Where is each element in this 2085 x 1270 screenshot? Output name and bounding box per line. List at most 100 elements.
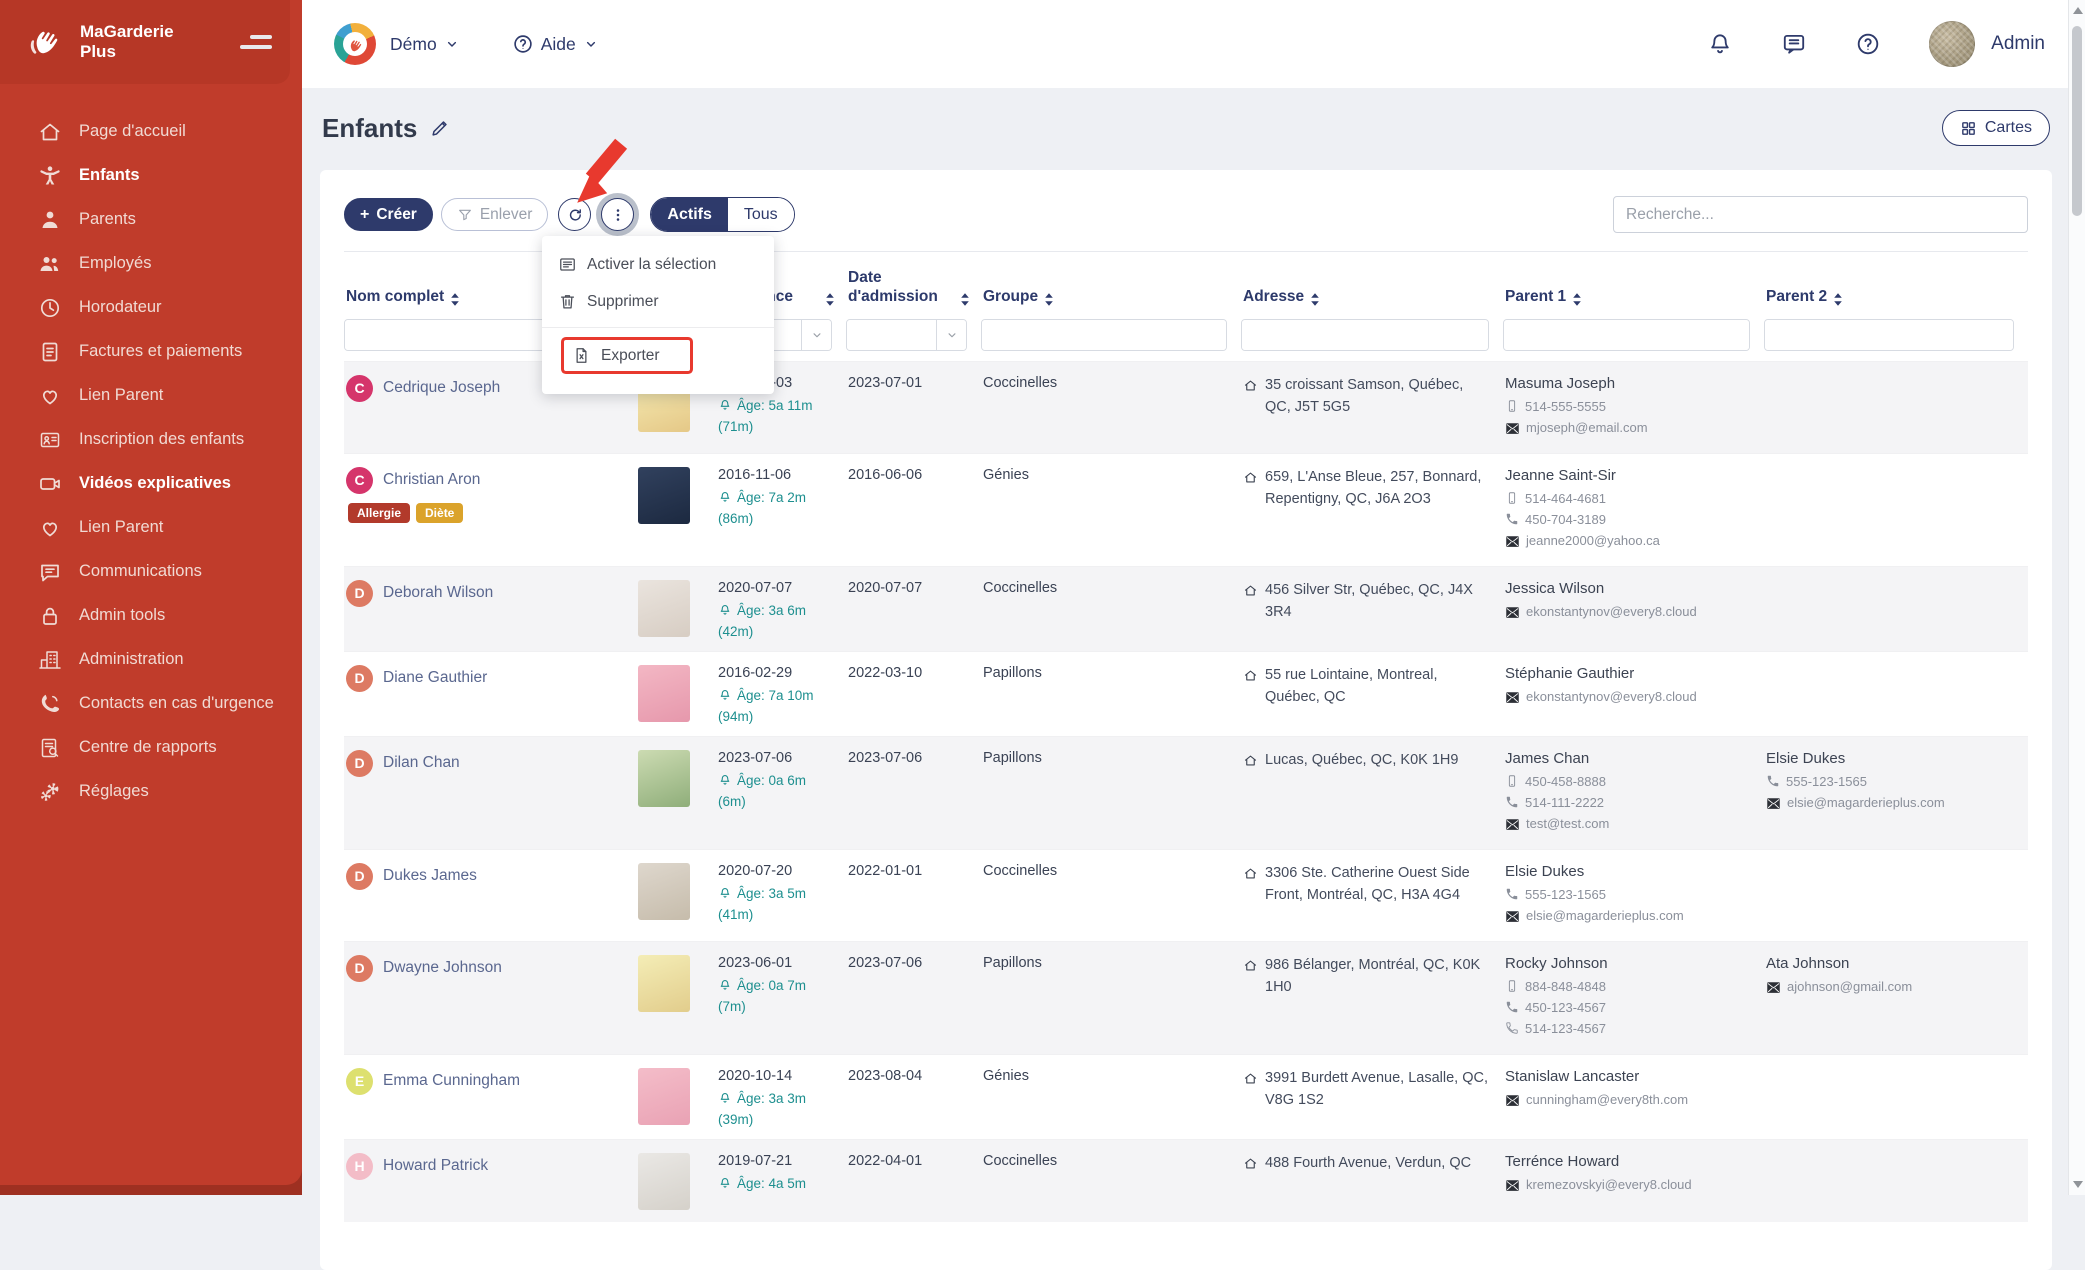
scrollbar-thumb[interactable]: [2072, 26, 2082, 216]
sidebar-item-lock[interactable]: Admin tools: [0, 594, 302, 638]
refresh-button[interactable]: [558, 198, 591, 231]
help-menu[interactable]: Aide: [512, 33, 599, 55]
org-selector[interactable]: Démo: [390, 34, 460, 55]
filter-tous[interactable]: Tous: [728, 198, 794, 231]
user-avatar[interactable]: [1929, 21, 1975, 67]
more-actions-button[interactable]: [601, 198, 634, 231]
address-cell: 659, L'Anse Bleue, 257, Bonnard, Repenti…: [1241, 454, 1503, 566]
birthdate-cell: 2020-07-20 Âge: 3a 5m (41m): [716, 850, 846, 941]
parent-email: ekonstantynov@every8.cloud: [1505, 604, 1752, 619]
filter-group-input[interactable]: [982, 320, 1226, 350]
sort-icon[interactable]: [1043, 292, 1055, 306]
sidebar-item-phonewave[interactable]: Contacts en cas d'urgence: [0, 682, 302, 726]
parent2-cell: [1764, 567, 2028, 651]
user-name[interactable]: Admin: [1991, 33, 2045, 55]
cards-view-button[interactable]: Cartes: [1942, 110, 2050, 146]
sidebar-item-clock[interactable]: Horodateur: [0, 286, 302, 330]
sort-icon[interactable]: [1832, 292, 1844, 306]
brand-hands-icon: [24, 19, 70, 65]
column-header-6[interactable]: Parent 1: [1503, 260, 1764, 315]
name-cell: D Dilan Chan: [344, 737, 636, 849]
lock-icon: [38, 604, 62, 628]
child-name-link[interactable]: Diane Gauthier: [383, 669, 487, 687]
scroll-up-arrow-icon[interactable]: [2073, 7, 2083, 14]
help-icon[interactable]: [1855, 31, 1881, 57]
child-name-link[interactable]: Deborah Wilson: [383, 584, 493, 602]
filter-admission-input[interactable]: [847, 320, 936, 350]
sidebar-item-heart[interactable]: Lien Parent: [0, 374, 302, 418]
sidebar-item-gears[interactable]: Réglages: [0, 770, 302, 814]
column-header-label: Parent 2: [1766, 287, 1827, 306]
refresh-icon: [566, 206, 584, 224]
filter-address-input[interactable]: [1242, 320, 1488, 350]
sort-icon[interactable]: [1309, 292, 1321, 306]
sidebar-item-heart[interactable]: Lien Parent: [0, 506, 302, 550]
child-initial-avatar: D: [346, 863, 373, 890]
menu-item-exporter[interactable]: Exporter: [542, 338, 774, 380]
sidebar-item-label: Page d'accueil: [79, 122, 186, 142]
child-name-link[interactable]: Dilan Chan: [383, 754, 460, 772]
age-months: (39m): [718, 1112, 834, 1127]
more-actions-menu: Activer la sélectionSupprimer Exporter: [542, 236, 774, 394]
filter-actifs[interactable]: Actifs: [651, 198, 727, 231]
child-name-link[interactable]: Cedrique Joseph: [383, 379, 500, 397]
house-icon: [1243, 378, 1258, 393]
sidebar-item-home[interactable]: Page d'accueil: [0, 110, 302, 154]
filter-birthdate-dropdown-toggle[interactable]: [801, 320, 831, 350]
phone-icon: [1505, 795, 1519, 809]
child-name-link[interactable]: Dwayne Johnson: [383, 959, 502, 977]
sidebar-item-invoice[interactable]: Factures et paiements: [0, 330, 302, 374]
column-header-3[interactable]: Date d'admission: [846, 260, 981, 315]
child-name-link[interactable]: Emma Cunningham: [383, 1072, 520, 1090]
sidebar-item-building[interactable]: Administration: [0, 638, 302, 682]
table-row: E Emma Cunningham 2020-10-14 Âge: 3a 3m …: [344, 1054, 2028, 1139]
sidebar-item-person[interactable]: Parents: [0, 198, 302, 242]
column-header-7[interactable]: Parent 2: [1764, 260, 2028, 315]
sidebar-item-people[interactable]: Employés: [0, 242, 302, 286]
parent-phone: 514-555-5555: [1505, 399, 1752, 414]
parent-phone: 514-123-4567: [1505, 1021, 1752, 1036]
vertical-scrollbar[interactable]: [2068, 0, 2085, 1195]
child-name-link[interactable]: Christian Aron: [383, 471, 480, 489]
create-button[interactable]: +Créer: [344, 198, 433, 231]
menu-item-0[interactable]: Activer la sélection: [542, 246, 774, 283]
sort-icon[interactable]: [959, 292, 971, 306]
filter-parent2-input[interactable]: [1765, 320, 2013, 350]
filter-parent1-input[interactable]: [1504, 320, 1749, 350]
parent2-cell: Ata Johnson ajohnson@gmail.com: [1764, 942, 2028, 1054]
table-row: H Howard Patrick 2019-07-21 Âge: 4a 5m 2…: [344, 1139, 2028, 1222]
child-name-link[interactable]: Howard Patrick: [383, 1157, 488, 1175]
scroll-down-arrow-icon[interactable]: [2073, 1181, 2083, 1188]
sidebar-item-chat[interactable]: Communications: [0, 550, 302, 594]
notifications-bell-icon[interactable]: [1707, 31, 1733, 57]
house-icon: [1243, 583, 1258, 598]
hamburger-menu-icon[interactable]: [238, 29, 272, 55]
messages-icon[interactable]: [1781, 31, 1807, 57]
sort-icon[interactable]: [449, 292, 461, 306]
sort-icon[interactable]: [824, 292, 836, 306]
filter-admission-dropdown-toggle[interactable]: [936, 320, 966, 350]
gears-icon: [38, 780, 62, 804]
group-cell: Papillons: [981, 652, 1241, 736]
remove-filter-button[interactable]: Enlever: [441, 198, 549, 231]
sidebar-item-video[interactable]: Vidéos explicatives: [0, 462, 302, 506]
search-input[interactable]: [1613, 196, 2028, 233]
column-header-4[interactable]: Groupe: [981, 260, 1241, 315]
column-header-5[interactable]: Adresse: [1241, 260, 1503, 315]
sidebar-item-label: Lien Parent: [79, 518, 163, 538]
column-header-label: Date d'admission: [848, 268, 954, 307]
sidebar-item-child[interactable]: Enfants: [0, 154, 302, 198]
age-months: (7m): [718, 999, 834, 1014]
child-initial-avatar: D: [346, 665, 373, 692]
parent1-cell: Jessica Wilson ekonstantynov@every8.clou…: [1503, 567, 1764, 651]
menu-item-1[interactable]: Supprimer: [542, 283, 774, 320]
parent-phone: 514-111-2222: [1505, 795, 1752, 810]
sidebar-item-report[interactable]: Centre de rapports: [0, 726, 302, 770]
age-text: Âge: 0a 7m: [737, 978, 806, 993]
child-name-link[interactable]: Dukes James: [383, 867, 477, 885]
edit-pencil-icon[interactable]: [429, 117, 451, 139]
sort-icon[interactable]: [1571, 292, 1583, 306]
sidebar-item-idcard[interactable]: Inscription des enfants: [0, 418, 302, 462]
sidebar-item-label: Communications: [79, 562, 202, 582]
sidebar-item-label: Parents: [79, 210, 136, 230]
